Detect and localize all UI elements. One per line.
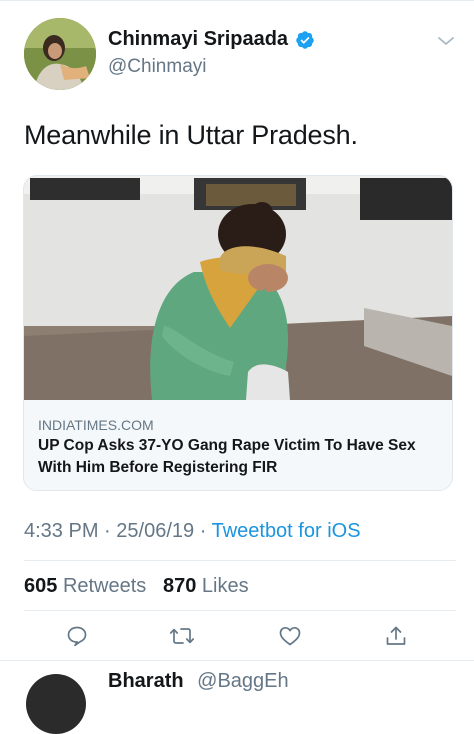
- tweet-meta: 4:33 PM · 25/06/19 · Tweetbot for iOS: [24, 520, 361, 543]
- card-domain: INDIATIMES.COM: [38, 417, 154, 433]
- likes-count: 870: [162, 575, 197, 597]
- retweets-stat[interactable]: 605 Retweets: [24, 575, 146, 597]
- reply-icon: [67, 626, 87, 647]
- tweet-text: Meanwhile in Uttar Pradesh.: [24, 120, 358, 150]
- reply-button[interactable]: [63, 622, 91, 650]
- tweet-time: 4:33 PM: [24, 520, 99, 542]
- avatar-image: [24, 18, 96, 90]
- verified-badge-icon: [296, 30, 314, 49]
- share-icon: [386, 626, 406, 645]
- link-card[interactable]: INDIATIMES.COM UP Cop Asks 37-YO Gang Ra…: [23, 175, 453, 491]
- divider: [24, 560, 456, 561]
- divider: [24, 610, 456, 611]
- retweet-icon: [169, 628, 195, 644]
- next-tweet-handle[interactable]: @BaggEh: [197, 670, 288, 692]
- tweet-actions: [0, 622, 474, 650]
- author-name-row: Chinmayi Sripaada: [108, 28, 315, 51]
- tweet-stats: 605 Retweets 870 Likes: [24, 575, 249, 598]
- like-button[interactable]: [276, 622, 304, 650]
- retweets-label: Retweets: [62, 575, 147, 597]
- heart-icon: [279, 626, 301, 646]
- author-display-name[interactable]: Chinmayi Sripaada: [108, 28, 288, 51]
- retweets-count: 605: [24, 575, 58, 597]
- next-tweet-display-name[interactable]: Bharath: [108, 670, 184, 692]
- chevron-down-icon[interactable]: [436, 34, 456, 48]
- next-tweet-author: Bharath @BaggEh: [108, 670, 289, 693]
- divider: [0, 660, 474, 661]
- avatar[interactable]: [24, 18, 96, 90]
- tweet-source-link[interactable]: Tweetbot for iOS: [212, 520, 361, 542]
- card-title: UP Cop Asks 37-YO Gang Rape Victim To Ha…: [38, 437, 416, 476]
- meta-separator: ·: [104, 520, 111, 542]
- tweet-date: 25/06/19: [116, 520, 195, 542]
- share-button[interactable]: [382, 622, 410, 650]
- likes-stat[interactable]: 870 Likes: [163, 575, 249, 597]
- author-handle[interactable]: @Chinmayi: [108, 56, 206, 78]
- likes-label: Likes: [201, 575, 249, 597]
- card-image: [24, 176, 452, 400]
- next-tweet-avatar[interactable]: [26, 674, 86, 734]
- retweet-button[interactable]: [168, 622, 196, 650]
- meta-separator: ·: [199, 520, 207, 542]
- top-divider: [0, 0, 474, 1]
